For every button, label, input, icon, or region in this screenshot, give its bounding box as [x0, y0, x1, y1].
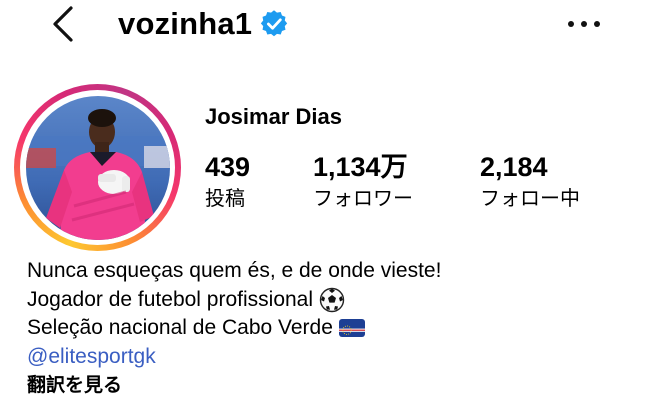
translate-line: 翻訳を見る — [27, 371, 441, 400]
back-button[interactable] — [40, 0, 88, 48]
followers-count: 1,134万 — [313, 152, 408, 182]
verified-badge-icon — [261, 10, 288, 37]
profile-bio: Nunca esqueças quem és, e de onde vieste… — [27, 257, 441, 400]
posts-label: 投稿 — [205, 186, 245, 210]
bio-link-line: @elitesportgk — [27, 343, 441, 372]
profile-screen: vozinha1 Josimar Dias 439 投稿 1,134万 フォロワ… — [0, 0, 650, 400]
see-translation-button[interactable]: 翻訳を見る — [27, 371, 122, 400]
story-ring[interactable] — [14, 84, 181, 251]
followers-stat[interactable]: 1,134万 フォロワー — [313, 150, 413, 212]
following-stat[interactable]: 2,184 フォロー中 — [480, 150, 580, 212]
posts-stat[interactable]: 439 投稿 — [205, 150, 250, 212]
username: vozinha1 — [118, 6, 253, 41]
bio-line-1: Nunca esqueças quem és, e de onde vieste… — [27, 257, 441, 286]
profile-full-name: Josimar Dias — [205, 104, 342, 129]
bio-line-3: Seleção nacional de Cabo Verde — [27, 314, 441, 343]
bio-text-3: Seleção nacional de Cabo Verde — [27, 316, 333, 339]
more-horizontal-icon — [568, 21, 574, 27]
chevron-left-icon — [53, 6, 73, 42]
avatar-border — [20, 90, 175, 245]
following-count: 2,184 — [480, 152, 548, 182]
bio-link[interactable]: @elitesportgk — [27, 343, 156, 372]
more-options-button[interactable] — [560, 8, 608, 40]
avatar — [25, 95, 170, 240]
cape-verde-flag-icon — [338, 319, 365, 338]
bio-text-1: Nunca esqueças quem és, e de onde vieste… — [27, 259, 442, 282]
bio-line-2: Jogador de futebol profissional — [27, 286, 441, 315]
following-label: フォロー中 — [480, 186, 580, 210]
followers-label: フォロワー — [313, 186, 413, 210]
more-horizontal-icon-dot — [581, 21, 587, 27]
more-horizontal-icon-dot — [594, 21, 600, 27]
posts-count: 439 — [205, 152, 251, 182]
soccer-ball-icon — [319, 287, 345, 312]
bio-text-2: Jogador de futebol profissional — [27, 287, 314, 311]
profile-header-title: vozinha1 — [118, 2, 288, 46]
